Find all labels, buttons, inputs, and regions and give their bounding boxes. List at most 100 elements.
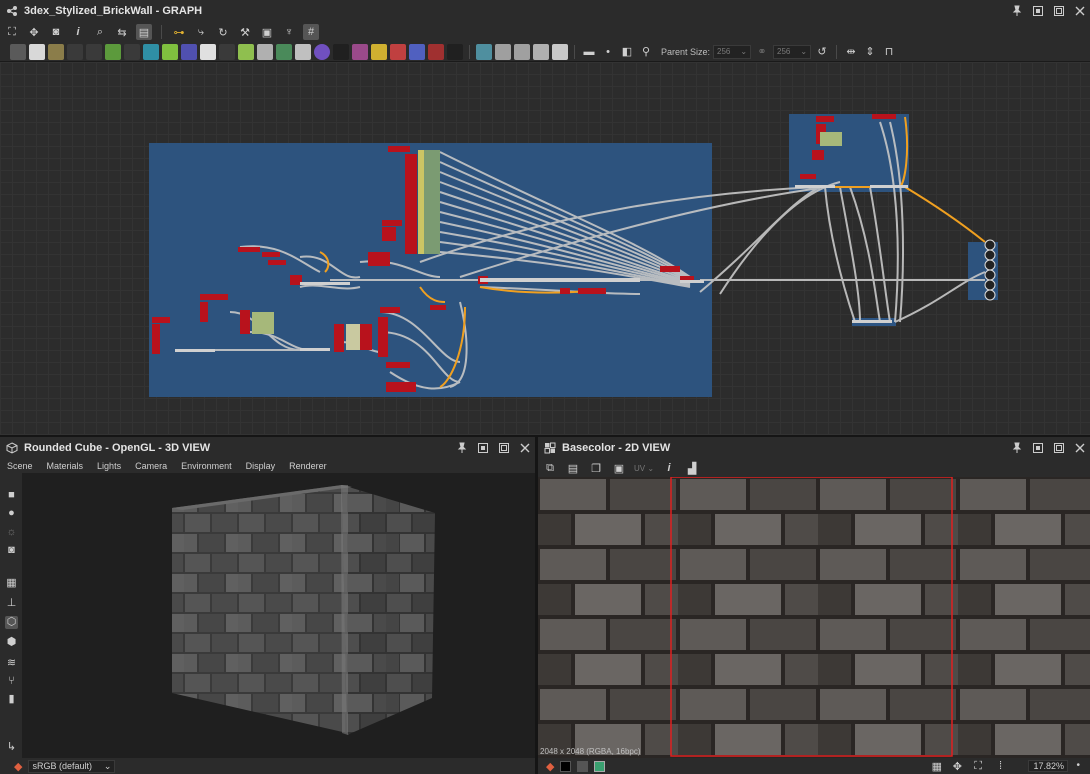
grid-icon[interactable]: ▦ [5,577,18,590]
align-horizontal-icon[interactable]: ⇹ [843,44,859,60]
node-drop-icon[interactable] [67,43,83,60]
node-curve-icon[interactable] [105,43,121,60]
link-icon[interactable]: ⊶ [171,24,187,40]
layers-stack-icon[interactable]: ◆ [14,760,22,773]
node-value-icon[interactable] [333,43,349,60]
wireframe-icon[interactable]: ⬢ [5,636,18,649]
distribute-icon[interactable]: ⊓ [881,44,897,60]
view2d-viewport[interactable]: 2048 x 2048 (RGBA, 16bpc) [538,477,1090,758]
node-filter-icon[interactable] [219,43,235,60]
pin-icon[interactable] [456,442,468,454]
light-bulb-icon[interactable]: ● [5,507,18,520]
speech-bubble-icon[interactable]: ▬ [581,44,597,60]
node-input-icon[interactable] [495,43,511,60]
graph-canvas[interactable] [0,62,1090,435]
connect-icon[interactable]: ⇆ [114,24,130,40]
screenshot-icon[interactable]: ◙ [5,544,18,557]
grid-snap-icon[interactable]: # [303,24,319,40]
export-icon[interactable]: ⧉ [542,460,558,476]
branch-icon[interactable]: ⤷ [193,24,209,40]
node-hsl-icon[interactable] [314,43,330,60]
node-uniform-color-icon[interactable] [29,43,45,60]
cube-mesh-icon[interactable]: ⬡ [5,616,18,629]
checker-swatch-icon[interactable] [594,760,606,772]
grey-swatch-icon[interactable] [577,760,589,772]
node-output-icon[interactable] [476,43,492,60]
align-vertical-icon[interactable]: ⇕ [862,44,878,60]
comment-icon[interactable]: ▤ [136,24,152,40]
node-normal-icon[interactable] [276,43,292,60]
node-text-icon[interactable] [390,43,406,60]
split-icon[interactable]: ◧ [619,44,635,60]
layers-icon[interactable]: ≋ [5,657,18,670]
node-comment-icon[interactable] [514,43,530,60]
video-camera-icon[interactable]: ■ [5,489,18,502]
frame-icon[interactable]: ▣ [259,24,275,40]
layers-stack-icon[interactable]: ◆ [546,760,554,773]
close-icon[interactable] [519,442,531,454]
node-select-icon[interactable] [409,43,425,60]
move-icon[interactable]: ✥ [26,24,42,40]
parent-size-height-select[interactable]: 256 ⌄ [773,44,812,59]
colorspace-select[interactable]: sRGB (default) ⌄ [28,759,116,773]
link-ratio-icon[interactable]: ⚭ [754,44,770,60]
frame-all-icon[interactable]: ⛶ [4,24,20,40]
uv-select[interactable]: UV ⌄ [634,464,654,473]
search-icon[interactable]: ⌕ [92,24,108,40]
grid-toggle-icon[interactable]: ▦ [932,760,942,773]
maximize-icon[interactable] [498,442,510,454]
info-icon[interactable]: i [70,24,86,40]
menu-renderer[interactable]: Renderer [289,461,327,471]
menu-camera[interactable]: Camera [135,461,167,471]
fit-icon[interactable]: ⛶ [974,760,982,773]
node-frame-icon[interactable] [533,43,549,60]
pan-icon[interactable]: ✥ [953,760,962,773]
pin-node-icon[interactable]: ⚲ [638,44,654,60]
menu-lights[interactable]: Lights [97,461,121,471]
menu-environment[interactable]: Environment [181,461,232,471]
node-height-icon[interactable] [295,43,311,60]
pin-icon[interactable] [1011,5,1023,17]
restore-icon[interactable] [1032,5,1044,17]
branch-icon[interactable]: ⑂ [5,675,18,688]
reset-size-icon[interactable]: ↺ [814,44,830,60]
corner-icon[interactable]: ↳ [5,741,18,754]
maximize-icon[interactable] [1053,5,1065,17]
wand-icon[interactable]: ⚒ [237,24,253,40]
view3d-viewport[interactable] [22,473,535,758]
rotate-icon[interactable]: ↻ [215,24,231,40]
node-tile-icon[interactable] [143,43,159,60]
parent-size-width-select[interactable]: 256 ⌄ [713,44,752,59]
close-icon[interactable] [1074,5,1086,17]
node-blend-icon[interactable] [48,43,64,60]
dot-icon[interactable]: • [600,44,616,60]
display-settings-icon[interactable]: ▣ [611,460,627,476]
more-icon[interactable]: • [1076,760,1080,771]
node-warp-icon[interactable] [124,43,140,60]
histogram-icon[interactable]: ▟ [684,460,700,476]
brush-icon[interactable]: ♆ [281,24,297,40]
save-icon[interactable]: ▤ [565,460,581,476]
node-mask-icon[interactable] [238,43,254,60]
zoom-field[interactable]: 17.82% [1028,760,1068,772]
close-icon[interactable] [1074,442,1086,454]
node-warning-icon[interactable] [371,43,387,60]
menu-materials[interactable]: Materials [47,461,84,471]
menu-display[interactable]: Display [246,461,276,471]
zoom-options-icon[interactable]: ⁞ [999,760,1002,772]
camera-icon[interactable]: ◙ [48,24,64,40]
node-binary-icon[interactable] [447,43,463,60]
node-shape-icon[interactable] [181,43,197,60]
node-paint-icon[interactable] [428,43,444,60]
node-pin-icon[interactable] [552,43,568,60]
black-swatch-icon[interactable] [560,760,572,772]
environment-icon[interactable]: ☼ [5,526,18,539]
node-fx-map-icon[interactable] [352,43,368,60]
node-bitmap-icon[interactable] [10,43,26,60]
node-pattern-icon[interactable] [200,43,216,60]
node-transform-icon[interactable] [86,43,102,60]
restore-icon[interactable] [1032,442,1044,454]
restore-icon[interactable] [477,442,489,454]
info-icon[interactable]: i [661,460,677,476]
menu-scene[interactable]: Scene [7,461,33,471]
